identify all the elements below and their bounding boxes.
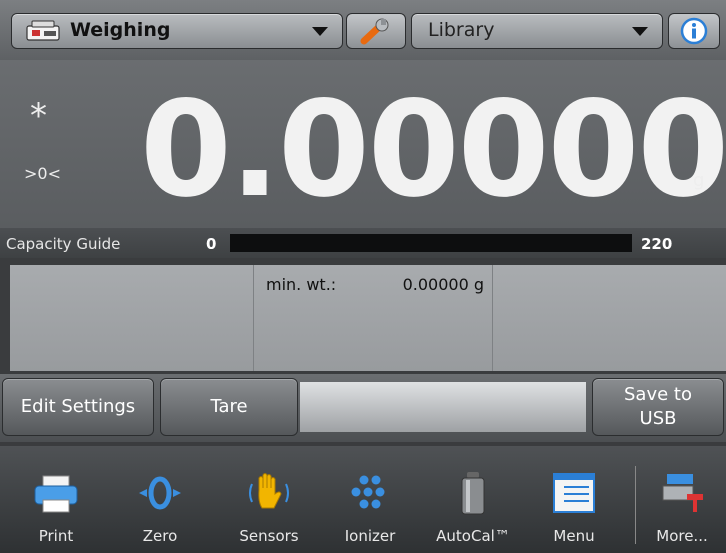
calibration-weight-icon [461,472,485,515]
save-to-usb-button[interactable]: Save to USB [592,378,724,436]
wrench-icon [360,18,389,45]
chevron-down-icon [312,27,328,36]
top-bar: Weighing Library [0,0,726,60]
menu-list-icon [553,473,595,513]
ionizer-icon [351,475,385,509]
chevron-down-icon [632,27,648,36]
tare-button[interactable]: Tare [160,378,298,436]
info-field-left [10,265,254,371]
nav-zero-label: Zero [142,527,178,545]
action-bar: Edit Settings Tare Save to USB [0,374,726,442]
capacity-min: 0 [206,235,217,253]
save-button-line2: USB [639,408,677,429]
info-panel: min. wt.: 0.00000 g [10,265,726,371]
hand-sensor-icon [249,473,289,509]
balance-icon [26,20,60,41]
nav-ionizer[interactable]: Ionizer [332,446,408,553]
capacity-bar [230,234,632,252]
weight-unit[interactable]: g [693,170,704,191]
library-dropdown[interactable]: Library [411,13,663,49]
center-of-zero-indicator: >0< [24,164,61,183]
info-icon [680,17,708,45]
capacity-guide: Capacity Guide 0 220 [0,228,726,258]
library-label: Library [428,19,495,41]
nav-separator [635,466,636,544]
nav-menu-label: Menu [553,527,595,545]
nav-zero[interactable]: Zero [122,446,198,553]
nav-autocal-label: AutoCal™ [436,527,510,545]
nav-ionizer-label: Ionizer [344,527,396,545]
nav-autocal[interactable]: AutoCal™ [428,446,518,553]
info-field-min-weight: min. wt.: 0.00000 g [254,265,493,371]
nav-menu[interactable]: Menu [536,446,612,553]
action-bar-spacer [300,382,586,432]
weight-readout: 0.00000 [140,73,726,227]
application-name: Weighing [70,19,171,41]
nav-sensors-label: Sensors [239,527,299,545]
info-button[interactable] [668,13,720,49]
application-dropdown[interactable]: Weighing [11,13,343,49]
stability-indicator: * [30,96,47,136]
bottom-nav: Print Zero Sensors Ionizer AutoCal™ Menu… [0,446,726,553]
nav-print-label: Print [38,527,74,545]
nav-print[interactable]: Print [18,446,94,553]
capacity-guide-label: Capacity Guide [6,235,121,253]
capacity-max: 220 [641,235,673,253]
zero-icon [139,476,181,510]
info-field-right [493,265,726,371]
setup-button[interactable] [346,13,406,49]
nav-sensors[interactable]: Sensors [226,446,312,553]
nav-more[interactable]: More... [640,446,724,553]
nav-more-label: More... [656,527,708,545]
min-weight-label: min. wt.: [266,275,337,294]
edit-settings-button[interactable]: Edit Settings [2,378,154,436]
weight-display: * >0< 0.00000 g [0,60,726,228]
save-button-line1: Save to [624,384,692,405]
printer-icon [34,475,78,513]
min-weight-value: 0.00000 g [402,275,484,294]
more-apps-icon [662,474,703,512]
